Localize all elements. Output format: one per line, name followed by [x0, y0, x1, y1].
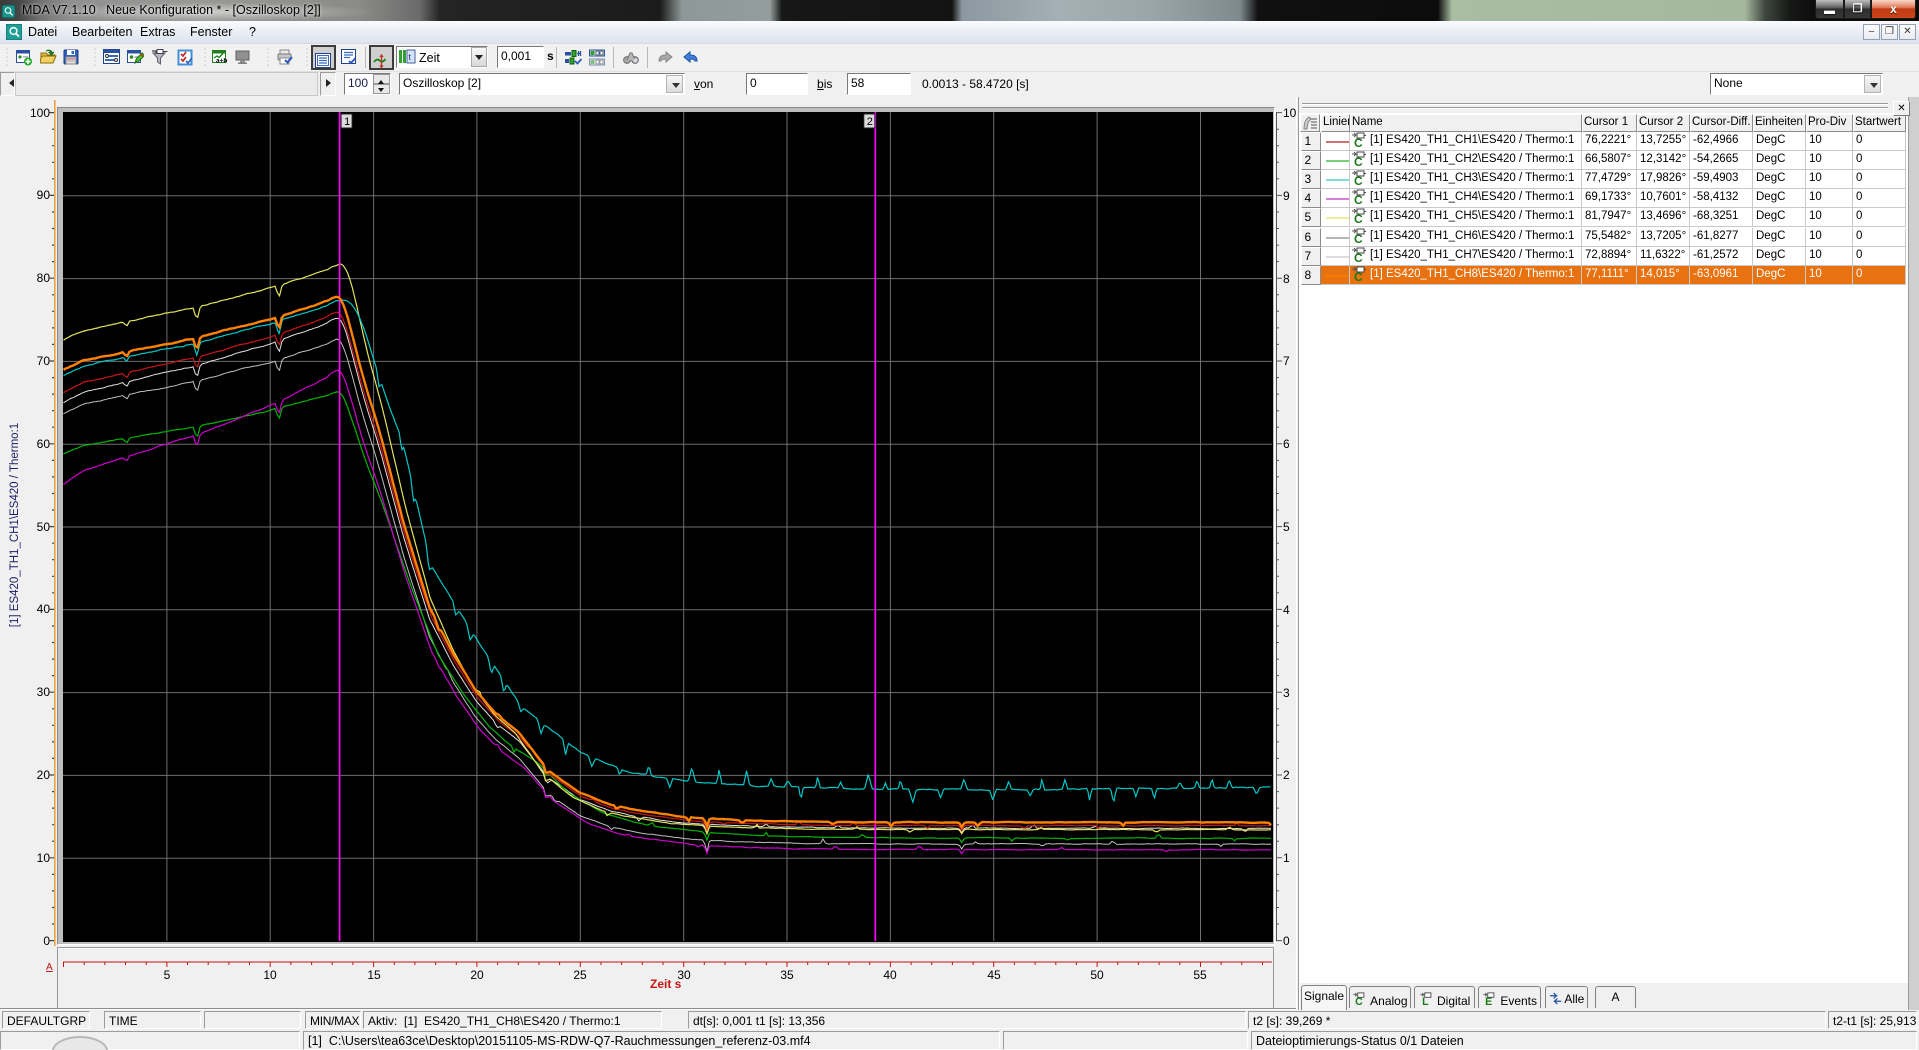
- svg-text:2: 2: [867, 116, 873, 128]
- svg-text:1: 1: [344, 116, 350, 128]
- svg-text:C: C: [1356, 996, 1364, 1007]
- svg-text:C: C: [1354, 155, 1363, 168]
- svg-text:C: C: [1354, 174, 1363, 187]
- svg-text:C: C: [1354, 270, 1363, 283]
- svg-text:C: C: [1354, 232, 1363, 245]
- svg-text:a+b: a+b: [216, 58, 227, 65]
- svg-text:E: E: [1485, 996, 1492, 1007]
- svg-text:C: C: [1354, 212, 1363, 225]
- svg-text:C: C: [1354, 136, 1363, 149]
- svg-text:L: L: [1422, 996, 1429, 1007]
- svg-text:C: C: [1354, 193, 1363, 206]
- svg-text:C: C: [1354, 251, 1363, 264]
